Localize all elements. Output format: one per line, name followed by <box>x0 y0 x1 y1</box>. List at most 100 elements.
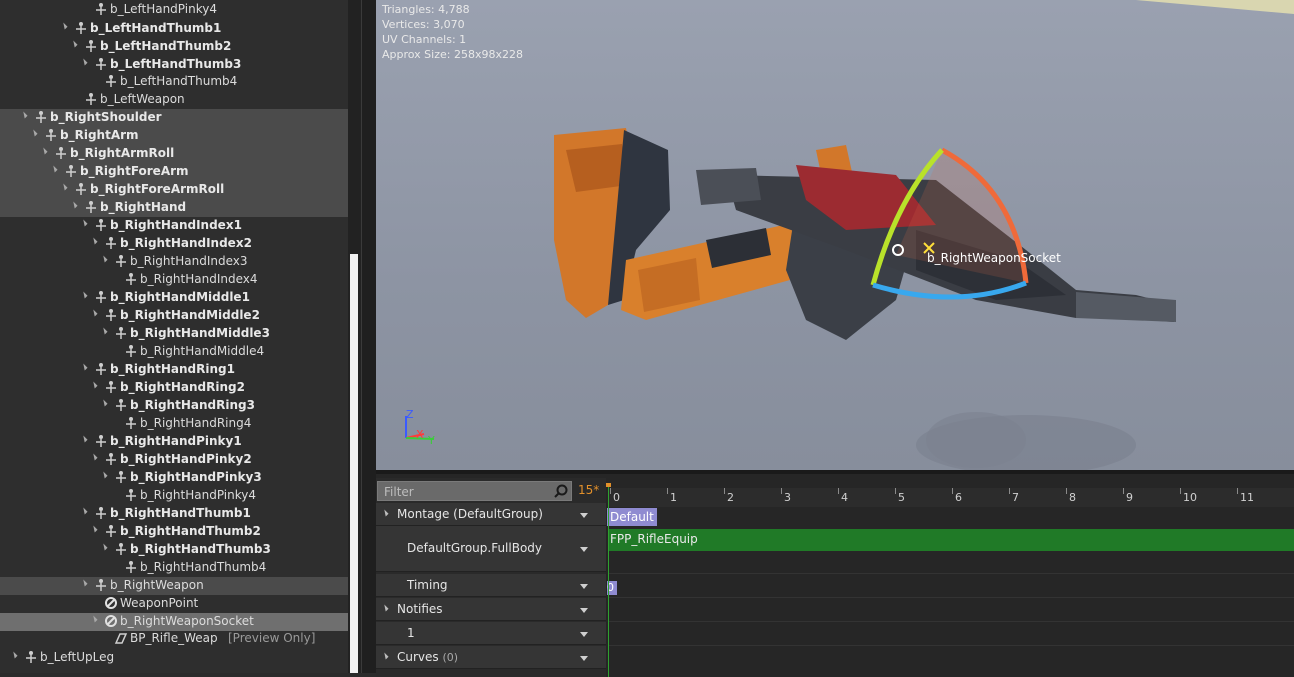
bone-icon <box>126 489 136 501</box>
tree-row[interactable]: b_RightArmRoll <box>0 145 348 163</box>
tree-row[interactable]: b_LeftHandThumb3 <box>0 56 348 74</box>
tree-row[interactable]: b_RightHandThumb3 <box>0 541 348 559</box>
expand-arrow-icon[interactable] <box>90 237 98 245</box>
tree-row[interactable]: BP_Rifle_Weap [Preview Only] <box>0 630 348 648</box>
expand-arrow-icon[interactable] <box>90 309 98 317</box>
tree-row[interactable]: b_RightHandIndex1 <box>0 217 348 235</box>
collapse-arrow-icon[interactable] <box>381 652 389 660</box>
expand-arrow-icon[interactable] <box>70 201 78 209</box>
expand-arrow-icon[interactable] <box>50 165 58 173</box>
time-ruler[interactable]: 0 1 2 3 4 5 6 7 8 9 10 11 <box>608 488 1294 507</box>
track-timing-label: Timing <box>407 578 448 592</box>
collapse-arrow-icon[interactable] <box>381 604 389 612</box>
dropdown-arrow-icon[interactable] <box>580 608 588 613</box>
expand-arrow-icon[interactable] <box>90 381 98 389</box>
track-slot[interactable]: DefaultGroup.FullBody <box>376 526 606 572</box>
dropdown-arrow-icon[interactable] <box>580 547 588 552</box>
preview-asset-icon <box>114 633 128 644</box>
tree-row[interactable]: WeaponPoint <box>0 595 348 613</box>
expand-arrow-icon[interactable] <box>20 111 28 119</box>
panel-splitter[interactable] <box>361 0 376 673</box>
tree-row[interactable]: b_RightHandPinky2 <box>0 451 348 469</box>
tree-row[interactable]: b_RightArm <box>0 127 348 145</box>
tree-row[interactable]: b_RightHandIndex2 <box>0 235 348 253</box>
expand-arrow-icon[interactable] <box>80 363 88 371</box>
tree-row[interactable]: b_RightHandPinky3 <box>0 469 348 487</box>
track-curves[interactable]: Curves (0) <box>376 646 606 669</box>
tree-row[interactable]: b_RightWeaponSocket <box>0 613 348 631</box>
expand-arrow-icon[interactable] <box>60 183 68 191</box>
search-icon[interactable] <box>554 484 568 498</box>
tree-row[interactable]: b_RightHandIndex4 <box>0 271 348 289</box>
tree-row[interactable]: b_RightHandMiddle2 <box>0 307 348 325</box>
expand-arrow-icon[interactable] <box>80 58 88 66</box>
tree-row[interactable]: b_RightShoulder <box>0 109 348 127</box>
tree-row[interactable]: b_LeftHandPinky4 <box>0 1 348 19</box>
axis-z-label: Z <box>406 408 414 421</box>
filter-field[interactable] <box>377 481 572 501</box>
dropdown-arrow-icon[interactable] <box>580 656 588 661</box>
tree-row[interactable]: b_LeftHandThumb2 <box>0 38 348 56</box>
tree-row[interactable]: b_RightHandPinky4 <box>0 487 348 505</box>
expand-arrow-icon[interactable] <box>80 507 88 515</box>
expand-arrow-icon[interactable] <box>100 255 108 263</box>
tree-scrollbar-thumb[interactable] <box>350 254 358 673</box>
tree-row[interactable]: b_RightForeArm <box>0 163 348 181</box>
track-notify-1[interactable]: 1 <box>376 622 606 645</box>
dropdown-arrow-icon[interactable] <box>580 632 588 637</box>
expand-arrow-icon[interactable] <box>30 129 38 137</box>
track-timing[interactable]: Timing <box>376 574 606 597</box>
filter-input[interactable] <box>382 483 556 501</box>
tree-row[interactable]: b_RightHandMiddle1 <box>0 289 348 307</box>
tree-row[interactable]: b_RightHandRing2 <box>0 379 348 397</box>
dropdown-arrow-icon[interactable] <box>580 513 588 518</box>
expand-arrow-icon[interactable] <box>80 219 88 227</box>
tree-row[interactable]: b_RightHandRing4 <box>0 415 348 433</box>
expand-arrow-icon[interactable] <box>100 327 108 335</box>
bone-icon <box>96 219 106 231</box>
tree-row[interactable]: b_RightHandThumb2 <box>0 523 348 541</box>
tree-row[interactable]: b_LeftUpLeg <box>0 649 348 667</box>
track-notifies[interactable]: Notifies <box>376 598 606 621</box>
expand-arrow-icon[interactable] <box>60 22 68 30</box>
tree-row[interactable]: b_RightHandMiddle4 <box>0 343 348 361</box>
dropdown-arrow-icon[interactable] <box>580 584 588 589</box>
expand-arrow-icon[interactable] <box>100 471 108 479</box>
expand-arrow-icon[interactable] <box>90 525 98 533</box>
tree-row[interactable]: b_RightHandRing3 <box>0 397 348 415</box>
preview-viewport[interactable]: Triangles: 4,788 Vertices: 3,070 UV Chan… <box>376 0 1294 470</box>
grid-line <box>608 621 1294 622</box>
slot-segment-bar[interactable] <box>608 529 1294 551</box>
tree-row[interactable]: b_RightHandThumb4 <box>0 559 348 577</box>
tree-row-label: b_RightHandThumb3 <box>130 542 271 556</box>
tree-row[interactable]: b_LeftWeapon <box>0 91 348 109</box>
collapse-arrow-icon[interactable] <box>381 509 389 517</box>
expand-arrow-icon[interactable] <box>10 651 18 659</box>
montage-section-default[interactable]: Default <box>607 508 657 526</box>
expand-arrow-icon[interactable] <box>90 453 98 461</box>
tree-row[interactable]: b_RightHandPinky1 <box>0 433 348 451</box>
tree-row-label: b_RightWeapon <box>110 578 204 592</box>
bone-icon <box>86 93 96 105</box>
tree-row[interactable]: b_LeftHandThumb4 <box>0 73 348 91</box>
tree-row[interactable]: b_RightHandMiddle3 <box>0 325 348 343</box>
track-montage[interactable]: Montage (DefaultGroup) <box>376 503 606 526</box>
tree-row[interactable]: b_RightHandThumb1 <box>0 505 348 523</box>
tree-row[interactable]: b_LeftHandThumb1 <box>0 20 348 38</box>
expand-arrow-icon[interactable] <box>80 435 88 443</box>
tree-row[interactable]: b_RightForeArmRoll <box>0 181 348 199</box>
tree-row[interactable]: b_RightHand <box>0 199 348 217</box>
tree-row[interactable]: b_RightHandIndex3 <box>0 253 348 271</box>
expand-arrow-icon[interactable] <box>100 399 108 407</box>
playhead[interactable] <box>608 484 609 677</box>
expand-arrow-icon[interactable] <box>80 291 88 299</box>
tree-row[interactable]: b_RightWeapon <box>0 577 348 595</box>
socket-icon <box>105 597 117 609</box>
expand-arrow-icon[interactable] <box>90 615 98 623</box>
expand-arrow-icon[interactable] <box>100 543 108 551</box>
expand-arrow-icon[interactable] <box>70 40 78 48</box>
expand-arrow-icon[interactable] <box>40 147 48 155</box>
playhead-handle[interactable] <box>606 483 611 487</box>
tree-row[interactable]: b_RightHandRing1 <box>0 361 348 379</box>
expand-arrow-icon[interactable] <box>80 579 88 587</box>
